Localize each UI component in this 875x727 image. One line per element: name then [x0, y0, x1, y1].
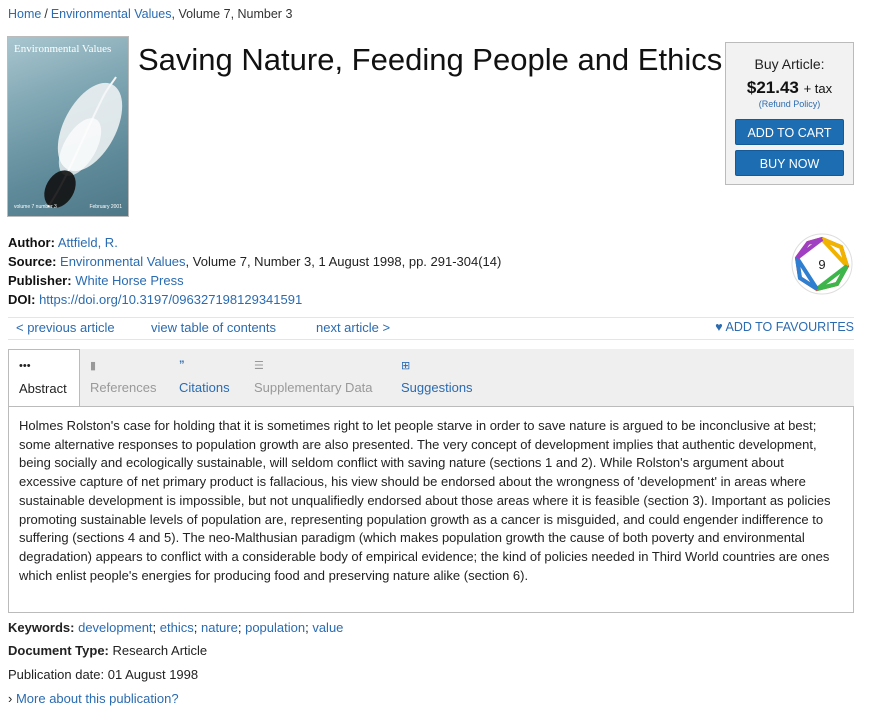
cover-date: February 2001	[89, 204, 122, 210]
doi-row: DOI: https://doi.org/10.3197/09632719812…	[8, 290, 501, 309]
buy-article-box: Buy Article: $21.43 + tax (Refund Policy…	[725, 42, 854, 185]
price-tax: + tax	[803, 81, 833, 96]
keyword-link[interactable]: population	[245, 620, 305, 635]
document-type-value: Research Article	[112, 643, 208, 658]
citation-badge[interactable]: 9	[791, 233, 853, 295]
tab-supplementary-data[interactable]: ☰ Supplementary Data	[254, 349, 373, 406]
cover-volume: volume 7 number 3	[14, 204, 57, 210]
keyword-link[interactable]: value	[312, 620, 343, 635]
badge-icon: 9	[791, 233, 853, 295]
author-row: Author: Attfield, R.	[8, 233, 501, 252]
article-navigation: < previous article view table of content…	[8, 317, 854, 340]
source-details: , Volume 7, Number 3, 1 August 1998, pp.…	[185, 254, 502, 269]
heart-icon: ♥	[715, 320, 723, 334]
source-row: Source: Environmental Values, Volume 7, …	[8, 252, 501, 271]
price-value: $21.43	[746, 78, 799, 97]
publisher-label: Publisher:	[8, 273, 72, 288]
abstract-panel: Holmes Rolston's case for holding that i…	[8, 406, 854, 613]
breadcrumb-journal-link[interactable]: Environmental Values	[51, 7, 172, 21]
tab-references[interactable]: ▮ References	[90, 349, 156, 406]
plus-square-icon: ⊞	[401, 360, 411, 372]
keyword-link[interactable]: nature	[201, 620, 238, 635]
keywords-label: Keywords:	[8, 620, 75, 635]
keywords-row: Keywords: development; ethics; nature; p…	[8, 620, 344, 635]
tab-citations-label: Citations	[179, 380, 230, 395]
badge-count: 9	[818, 257, 825, 272]
add-to-favourites-label: ADD TO FAVOURITES	[725, 320, 855, 334]
next-article-link[interactable]: next article >	[316, 320, 390, 335]
author-link[interactable]: Attfield, R.	[58, 235, 118, 250]
tab-citations[interactable]: ” Citations	[179, 349, 230, 406]
breadcrumb-issue: , Volume 7, Number 3	[171, 7, 293, 21]
refund-policy-link[interactable]: (Refund Policy)	[759, 99, 821, 109]
source-journal-link[interactable]: Environmental Values	[60, 254, 186, 269]
tab-suggestions[interactable]: ⊞ Suggestions	[401, 349, 473, 406]
more-about-publication-label: More about this publication?	[15, 691, 179, 706]
add-to-cart-button[interactable]: ADD TO CART	[735, 119, 844, 145]
add-to-favourites-link[interactable]: ♥ ADD TO FAVOURITES	[715, 320, 854, 334]
quote-icon: ”	[179, 359, 185, 371]
journal-cover-image[interactable]: Environmental Values volume 7 number 3 F…	[8, 37, 128, 216]
table-of-contents-link[interactable]: view table of contents	[151, 320, 276, 335]
cover-footer: volume 7 number 3 February 2001	[14, 204, 122, 210]
doi-label: DOI:	[8, 292, 36, 307]
bookmark-icon: ▮	[90, 360, 97, 372]
article-metadata: Author: Attfield, R. Source: Environment…	[8, 233, 501, 309]
article-title: Saving Nature, Feeding People and Ethics	[138, 42, 723, 77]
keyword-link[interactable]: development	[78, 620, 152, 635]
doi-link[interactable]: https://doi.org/10.3197/0963271981293415…	[39, 292, 302, 307]
tab-suggestions-label: Suggestions	[401, 380, 473, 395]
price: $21.43 + tax	[726, 78, 853, 98]
abstract-text: Holmes Rolston's case for holding that i…	[19, 418, 831, 583]
tab-references-label: References	[90, 380, 157, 395]
tab-abstract[interactable]: ••• Abstract	[8, 349, 80, 407]
buy-article-label: Buy Article:	[754, 56, 825, 72]
previous-article-link[interactable]: < previous article	[16, 320, 115, 335]
tab-abstract-label: Abstract	[19, 381, 67, 396]
breadcrumb-separator: /	[44, 7, 48, 21]
more-about-publication-link[interactable]: › More about this publication?	[8, 691, 179, 706]
breadcrumb: Home / Environmental Values, Volume 7, Num…	[8, 7, 292, 21]
feather-illustration	[44, 76, 123, 208]
chevron-right-icon: ›	[8, 691, 13, 706]
keyword-link[interactable]: ethics	[160, 620, 194, 635]
publication-date-row: Publication date: 01 August 1998	[8, 667, 198, 682]
source-label: Source:	[8, 254, 57, 269]
publication-date-value: 01 August 1998	[107, 667, 199, 682]
author-label: Author:	[8, 235, 55, 250]
buy-now-button[interactable]: BUY NOW	[735, 150, 844, 176]
document-type-label: Document Type:	[8, 643, 109, 658]
breadcrumb-home-link[interactable]: Home	[8, 7, 41, 21]
tab-bar: ••• Abstract ▮ References ” Citations ☰ …	[8, 349, 854, 407]
ellipsis-icon: •••	[19, 360, 31, 372]
publication-date-label: Publication date:	[8, 667, 105, 682]
document-type-row: Document Type: Research Article	[8, 643, 207, 658]
tab-supplementary-data-label: Supplementary Data	[254, 380, 373, 395]
list-icon: ☰	[254, 360, 264, 372]
publisher-row: Publisher: White Horse Press	[8, 271, 501, 290]
publisher-link[interactable]: White Horse Press	[75, 273, 183, 288]
